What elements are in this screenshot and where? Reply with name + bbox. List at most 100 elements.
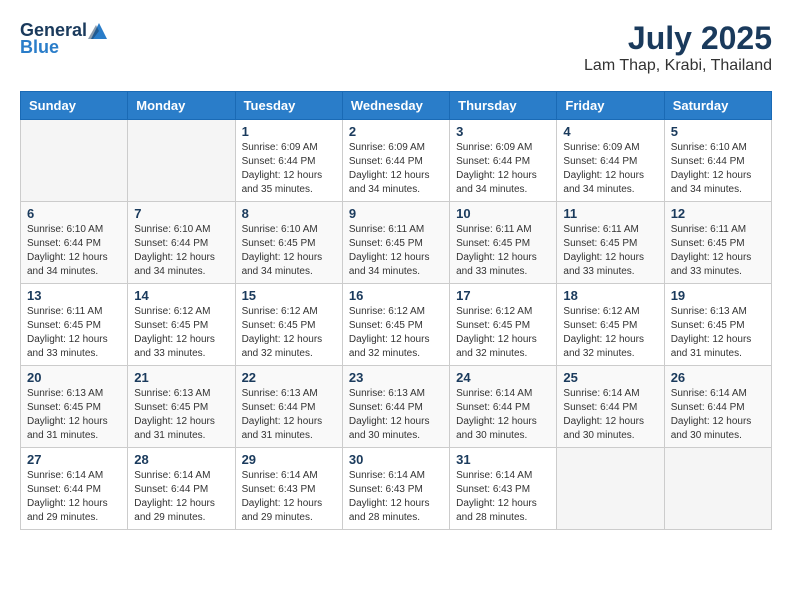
day-info: Sunrise: 6:14 AM Sunset: 6:44 PM Dayligh… <box>671 387 765 443</box>
calendar-day-cell: 5 Sunrise: 6:10 AM Sunset: 6:44 PM Daylig… <box>664 120 771 202</box>
day-of-week-header: Tuesday <box>235 92 342 120</box>
day-of-week-header: Wednesday <box>342 92 449 120</box>
location-subtitle: Lam Thap, Krabi, Thailand <box>584 57 772 75</box>
day-number: 6 <box>27 206 121 221</box>
day-number: 16 <box>349 288 443 303</box>
day-of-week-header: Saturday <box>664 92 771 120</box>
calendar-day-cell: 28Sunrise: 6:14 AM Sunset: 6:44 PM Dayli… <box>128 448 235 530</box>
logo-icon <box>88 21 110 41</box>
day-number: 17 <box>456 288 550 303</box>
page-header: General Blue July 2025 Lam Thap, Krabi, … <box>20 20 772 75</box>
day-info: Sunrise: 6:14 AM Sunset: 6:43 PM Dayligh… <box>349 469 443 525</box>
day-info: Sunrise: 6:13 AM Sunset: 6:44 PM Dayligh… <box>349 387 443 443</box>
day-info: Sunrise: 6:12 AM Sunset: 6:45 PM Dayligh… <box>456 305 550 361</box>
day-info: Sunrise: 6:11 AM Sunset: 6:45 PM Dayligh… <box>456 223 550 279</box>
calendar-day-cell <box>21 120 128 202</box>
day-number: 2 <box>349 124 443 139</box>
day-info: Sunrise: 6:11 AM Sunset: 6:45 PM Dayligh… <box>563 223 657 279</box>
calendar-day-cell <box>557 448 664 530</box>
day-info: Sunrise: 6:11 AM Sunset: 6:45 PM Dayligh… <box>671 223 765 279</box>
calendar-day-cell <box>664 448 771 530</box>
calendar-day-cell: 17 Sunrise: 6:12 AM Sunset: 6:45 PM Dayli… <box>450 284 557 366</box>
day-info: Sunrise: 6:12 AM Sunset: 6:45 PM Dayligh… <box>563 305 657 361</box>
calendar-week-row: 1 Sunrise: 6:09 AM Sunset: 6:44 PM Daylig… <box>21 120 772 202</box>
calendar-week-row: 20 Sunrise: 6:13 AM Sunset: 6:45 PM Dayli… <box>21 366 772 448</box>
day-number: 15 <box>242 288 336 303</box>
calendar-day-cell: 12 Sunrise: 6:11 AM Sunset: 6:45 PM Dayli… <box>664 202 771 284</box>
calendar-header-row: SundayMondayTuesdayWednesdayThursdayFrid… <box>21 92 772 120</box>
day-of-week-header: Sunday <box>21 92 128 120</box>
day-number: 19 <box>671 288 765 303</box>
calendar-day-cell: 31 Sunrise: 6:14 AM Sunset: 6:43 PM Dayli… <box>450 448 557 530</box>
day-number: 26 <box>671 370 765 385</box>
day-info: Sunrise: 6:10 AM Sunset: 6:44 PM Dayligh… <box>27 223 121 279</box>
calendar-day-cell: 19 Sunrise: 6:13 AM Sunset: 6:45 PM Dayli… <box>664 284 771 366</box>
day-number: 10 <box>456 206 550 221</box>
day-info: Sunrise: 6:09 AM Sunset: 6:44 PM Dayligh… <box>563 141 657 197</box>
calendar-day-cell: 29Sunrise: 6:14 AM Sunset: 6:43 PM Dayli… <box>235 448 342 530</box>
calendar-day-cell: 21 Sunrise: 6:13 AM Sunset: 6:45 PM Dayli… <box>128 366 235 448</box>
calendar-day-cell: 13Sunrise: 6:11 AM Sunset: 6:45 PM Dayli… <box>21 284 128 366</box>
calendar-day-cell: 18 Sunrise: 6:12 AM Sunset: 6:45 PM Dayli… <box>557 284 664 366</box>
day-of-week-header: Friday <box>557 92 664 120</box>
day-info: Sunrise: 6:09 AM Sunset: 6:44 PM Dayligh… <box>242 141 336 197</box>
calendar-day-cell: 23 Sunrise: 6:13 AM Sunset: 6:44 PM Dayli… <box>342 366 449 448</box>
day-number: 30 <box>349 452 443 467</box>
calendar-day-cell: 6 Sunrise: 6:10 AM Sunset: 6:44 PM Daylig… <box>21 202 128 284</box>
calendar-day-cell: 2 Sunrise: 6:09 AM Sunset: 6:44 PM Daylig… <box>342 120 449 202</box>
day-number: 1 <box>242 124 336 139</box>
day-info: Sunrise: 6:12 AM Sunset: 6:45 PM Dayligh… <box>242 305 336 361</box>
day-number: 21 <box>134 370 228 385</box>
calendar-day-cell: 22Sunrise: 6:13 AM Sunset: 6:44 PM Dayli… <box>235 366 342 448</box>
month-year-title: July 2025 <box>584 20 772 57</box>
logo-text: General Blue <box>20 20 111 58</box>
day-number: 20 <box>27 370 121 385</box>
day-info: Sunrise: 6:14 AM Sunset: 6:44 PM Dayligh… <box>134 469 228 525</box>
day-number: 12 <box>671 206 765 221</box>
day-info: Sunrise: 6:12 AM Sunset: 6:45 PM Dayligh… <box>349 305 443 361</box>
day-info: Sunrise: 6:09 AM Sunset: 6:44 PM Dayligh… <box>456 141 550 197</box>
day-number: 9 <box>349 206 443 221</box>
day-info: Sunrise: 6:09 AM Sunset: 6:44 PM Dayligh… <box>349 141 443 197</box>
calendar-table: SundayMondayTuesdayWednesdayThursdayFrid… <box>20 91 772 530</box>
day-number: 24 <box>456 370 550 385</box>
calendar-day-cell <box>128 120 235 202</box>
day-info: Sunrise: 6:13 AM Sunset: 6:45 PM Dayligh… <box>134 387 228 443</box>
day-number: 8 <box>242 206 336 221</box>
day-number: 31 <box>456 452 550 467</box>
calendar-day-cell: 9 Sunrise: 6:11 AM Sunset: 6:45 PM Daylig… <box>342 202 449 284</box>
day-of-week-header: Thursday <box>450 92 557 120</box>
calendar-day-cell: 3Sunrise: 6:09 AM Sunset: 6:44 PM Daylig… <box>450 120 557 202</box>
day-number: 5 <box>671 124 765 139</box>
day-info: Sunrise: 6:14 AM Sunset: 6:43 PM Dayligh… <box>456 469 550 525</box>
day-info: Sunrise: 6:12 AM Sunset: 6:45 PM Dayligh… <box>134 305 228 361</box>
calendar-day-cell: 26 Sunrise: 6:14 AM Sunset: 6:44 PM Dayli… <box>664 366 771 448</box>
day-number: 29 <box>242 452 336 467</box>
day-of-week-header: Monday <box>128 92 235 120</box>
title-block: July 2025 Lam Thap, Krabi, Thailand <box>584 20 772 75</box>
day-info: Sunrise: 6:14 AM Sunset: 6:44 PM Dayligh… <box>27 469 121 525</box>
day-number: 25 <box>563 370 657 385</box>
day-number: 22 <box>242 370 336 385</box>
day-number: 13 <box>27 288 121 303</box>
logo: General Blue <box>20 20 111 58</box>
day-info: Sunrise: 6:14 AM Sunset: 6:44 PM Dayligh… <box>563 387 657 443</box>
calendar-week-row: 13Sunrise: 6:11 AM Sunset: 6:45 PM Dayli… <box>21 284 772 366</box>
calendar-day-cell: 16 Sunrise: 6:12 AM Sunset: 6:45 PM Dayli… <box>342 284 449 366</box>
day-info: Sunrise: 6:13 AM Sunset: 6:45 PM Dayligh… <box>671 305 765 361</box>
day-info: Sunrise: 6:10 AM Sunset: 6:45 PM Dayligh… <box>242 223 336 279</box>
calendar-day-cell: 20Sunrise: 6:13 AM Sunset: 6:45 PM Dayli… <box>21 366 128 448</box>
day-info: Sunrise: 6:11 AM Sunset: 6:45 PM Dayligh… <box>349 223 443 279</box>
day-number: 23 <box>349 370 443 385</box>
calendar-day-cell: 15 Sunrise: 6:12 AM Sunset: 6:45 PM Dayli… <box>235 284 342 366</box>
day-number: 4 <box>563 124 657 139</box>
calendar-week-row: 6 Sunrise: 6:10 AM Sunset: 6:44 PM Daylig… <box>21 202 772 284</box>
calendar-day-cell: 1 Sunrise: 6:09 AM Sunset: 6:44 PM Daylig… <box>235 120 342 202</box>
day-number: 18 <box>563 288 657 303</box>
day-number: 14 <box>134 288 228 303</box>
day-number: 11 <box>563 206 657 221</box>
calendar-day-cell: 8 Sunrise: 6:10 AM Sunset: 6:45 PM Daylig… <box>235 202 342 284</box>
calendar-day-cell: 7Sunrise: 6:10 AM Sunset: 6:44 PM Daylig… <box>128 202 235 284</box>
calendar-day-cell: 30 Sunrise: 6:14 AM Sunset: 6:43 PM Dayli… <box>342 448 449 530</box>
day-info: Sunrise: 6:10 AM Sunset: 6:44 PM Dayligh… <box>671 141 765 197</box>
